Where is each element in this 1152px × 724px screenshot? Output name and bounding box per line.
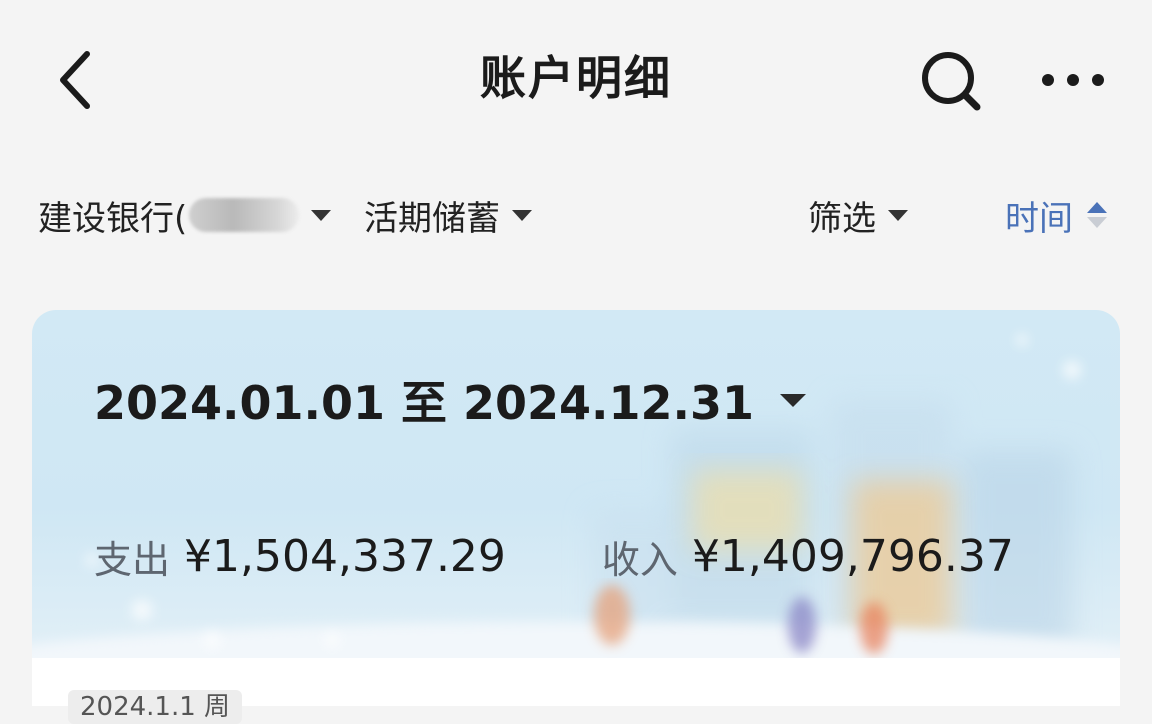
- account-type-selector[interactable]: 活期储蓄: [364, 190, 532, 240]
- account-selector-label: 建设银行(: [38, 198, 188, 239]
- more-horizontal-icon: [1042, 74, 1104, 86]
- expense-value: ¥1,504,337.29: [184, 530, 506, 582]
- totals-row: 支出 ¥1,504,337.29 收入 ¥1,409,796.37: [94, 528, 1014, 584]
- sort-up-icon: [1087, 202, 1107, 213]
- account-type-label: 活期储蓄: [364, 198, 500, 239]
- date-range-text: 2024.01.01 至 2024.12.31: [94, 376, 755, 430]
- date-range-selector[interactable]: 2024.01.01 至 2024.12.31: [94, 370, 807, 430]
- search-icon: [922, 52, 981, 111]
- filter-label: 筛选: [808, 198, 876, 239]
- time-sort-label: 时间: [1005, 198, 1073, 239]
- filter-bar: 建设银行( 活期储蓄 筛选 时间: [0, 180, 1152, 250]
- masked-account-number: [189, 198, 300, 232]
- summary-card: 2024.01.01 至 2024.12.31 支出 ¥1,504,337.29…: [32, 310, 1120, 670]
- time-sort-toggle[interactable]: 时间: [1005, 190, 1107, 240]
- income-label: 收入: [601, 537, 678, 582]
- sort-down-icon: [1087, 217, 1107, 228]
- date-group-chip: 2024.1.1 周: [68, 690, 243, 724]
- caret-down-icon: [311, 209, 332, 221]
- search-button[interactable]: [910, 44, 994, 120]
- more-button[interactable]: [1030, 50, 1116, 110]
- filter-dropdown[interactable]: 筛选: [808, 190, 908, 240]
- income-value: ¥1,409,796.37: [691, 530, 1014, 582]
- transaction-list: 2024.1.1 周: [32, 658, 1120, 724]
- caret-down-icon: [780, 393, 807, 407]
- sort-arrows-icon: [1087, 202, 1107, 228]
- top-nav-bar: 账户明细: [0, 0, 1152, 160]
- account-selector[interactable]: 建设银行(: [38, 190, 332, 240]
- winter-scene-background: [32, 334, 1120, 670]
- caret-down-icon: [888, 209, 908, 221]
- expense-label: 支出: [94, 537, 171, 582]
- caret-down-icon: [512, 209, 532, 221]
